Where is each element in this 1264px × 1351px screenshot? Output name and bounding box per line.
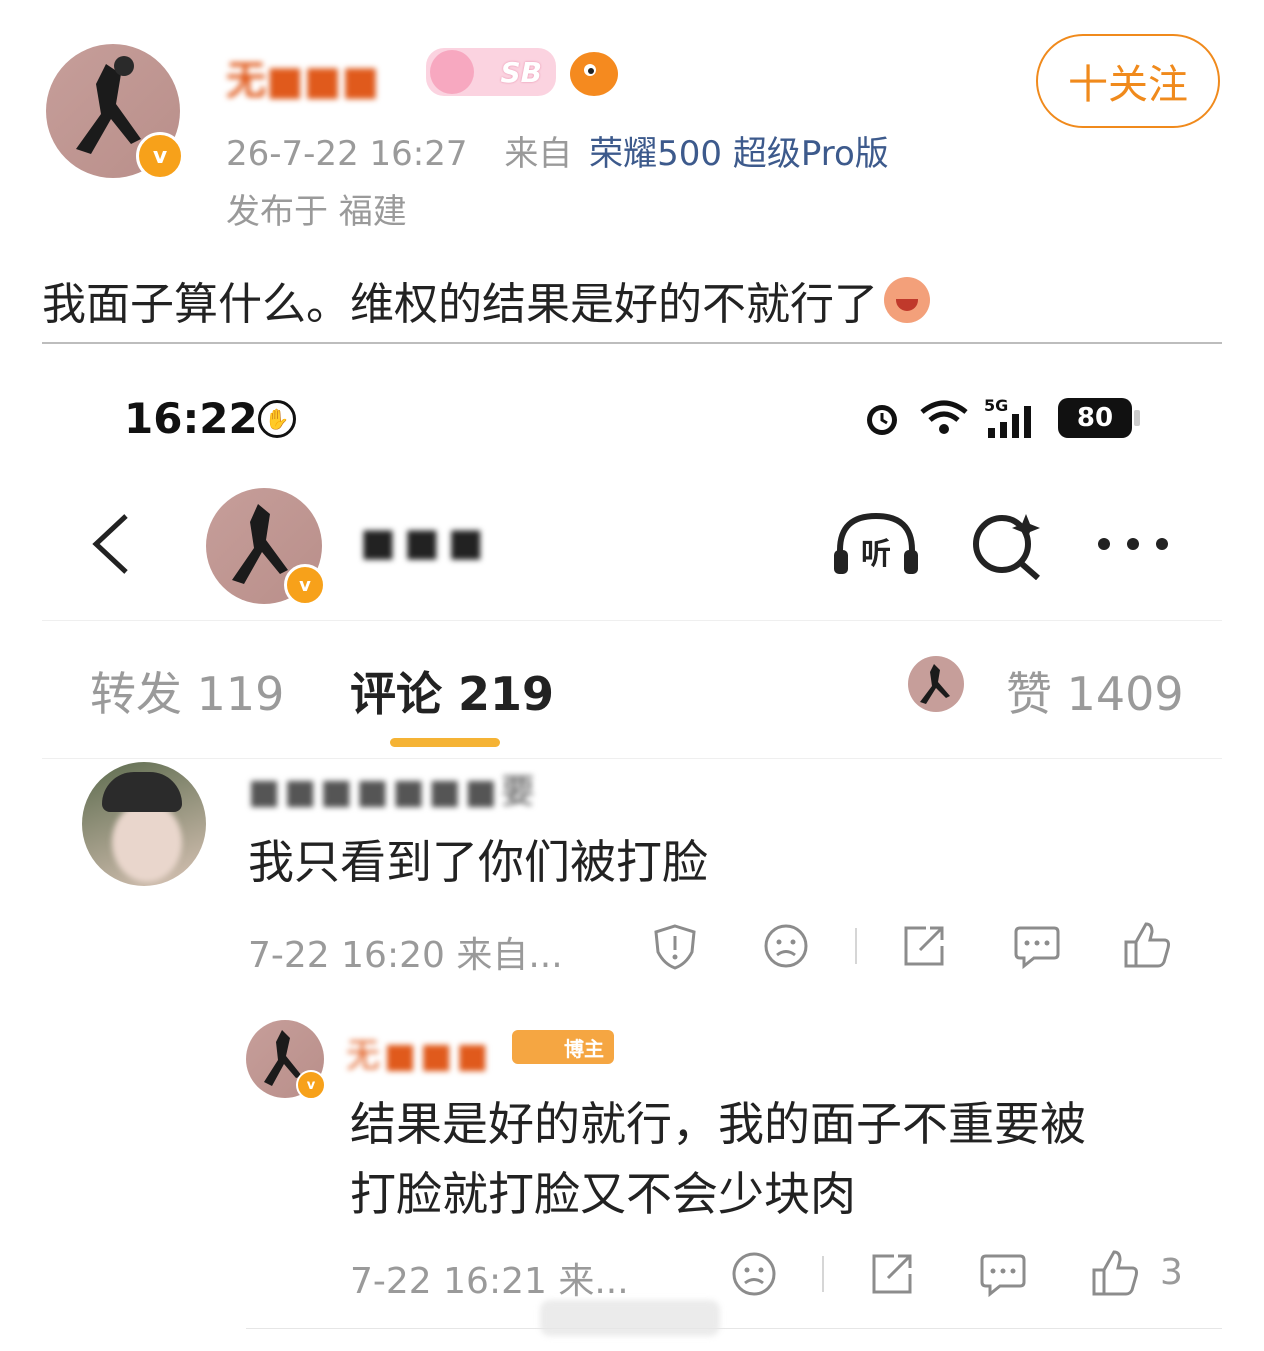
header-username[interactable]: ■■■ xyxy=(360,520,492,564)
alarm-icon xyxy=(867,405,897,435)
post-device-link[interactable]: 荣耀500 超级Pro版 xyxy=(589,134,889,174)
like-count: 3 xyxy=(1160,1252,1183,1293)
tab-comments[interactable]: 评论 219 xyxy=(350,658,554,724)
tab-likes[interactable]: 赞 1409 xyxy=(1006,658,1184,724)
comment-username[interactable]: ■■■■■■■要 xyxy=(248,764,539,813)
back-chevron-icon[interactable] xyxy=(88,512,132,576)
follow-button[interactable]: 十关注 xyxy=(1036,34,1220,128)
dancer-silhouette xyxy=(920,664,950,704)
comment-text: 我只看到了你们被打脸 xyxy=(248,835,708,889)
like-thumb-icon[interactable] xyxy=(1122,920,1172,970)
bottom-divider xyxy=(246,1328,1222,1329)
search-sparkle-icon[interactable] xyxy=(968,508,1044,580)
sb-badge-label: SB xyxy=(500,55,542,89)
author-badge: 博主 xyxy=(512,1030,614,1064)
reply-username[interactable]: 无■■■ xyxy=(346,1028,492,1077)
header-divider xyxy=(42,620,1222,621)
post-meta: 26-7-22 16:27 来自 荣耀500 超级Pro版 xyxy=(226,126,889,175)
post-location: 发布于 福建 xyxy=(226,192,407,232)
reply-text-line-1: 结果是好的就行，我的面子不重要被 xyxy=(350,1097,1086,1151)
dislike-face-icon[interactable] xyxy=(762,922,810,970)
verified-badge-icon: v xyxy=(136,132,184,180)
wifi-icon xyxy=(920,400,968,434)
post-from-label: 来自 xyxy=(504,134,573,174)
action-separator xyxy=(855,928,857,964)
reply-bubble-icon[interactable] xyxy=(1012,922,1062,970)
battery-icon: 80 xyxy=(1058,398,1132,438)
like-thumb-icon[interactable] xyxy=(1090,1248,1140,1298)
status-time: 16:22 xyxy=(124,394,258,443)
pig-icon xyxy=(430,50,474,94)
report-shield-icon[interactable] xyxy=(652,922,698,970)
watermark xyxy=(540,1300,720,1336)
svg-text:听: 听 xyxy=(861,537,891,572)
reply-bubble-icon[interactable] xyxy=(978,1250,1028,1298)
verified-badge-icon: v xyxy=(284,564,326,606)
post-time: 26-7-22 16:27 xyxy=(226,134,468,174)
post-username[interactable]: 无■■■ xyxy=(226,48,379,106)
tab-reposts[interactable]: 转发 119 xyxy=(90,658,284,724)
hand-icon: ✋ xyxy=(258,400,296,438)
post-text: 我面子算什么。维权的结果是好的不就行了 xyxy=(42,279,878,330)
comment-meta: 7-22 16:20 来自... xyxy=(248,935,563,976)
laughing-emoji-icon xyxy=(884,277,930,323)
post-text-row: 我面子算什么。维权的结果是好的不就行了 xyxy=(42,268,930,332)
share-icon[interactable] xyxy=(900,922,948,970)
signal-icon xyxy=(988,406,1031,438)
battery-level: 80 xyxy=(1076,403,1114,433)
sb-badge: SB xyxy=(426,48,556,96)
tab-active-underline xyxy=(390,738,500,747)
listen-headphone-icon[interactable]: 听 xyxy=(830,508,922,578)
author-badge-label: 博主 xyxy=(564,1036,604,1061)
share-icon[interactable] xyxy=(868,1250,916,1298)
more-icon[interactable] xyxy=(1096,534,1170,554)
action-separator xyxy=(822,1256,824,1292)
verified-badge-icon: v xyxy=(296,1070,326,1100)
fish-emoji-icon xyxy=(570,52,618,96)
divider xyxy=(42,342,1222,344)
liker-avatar[interactable] xyxy=(908,656,964,712)
comment-avatar[interactable] xyxy=(82,762,206,886)
tabs-divider xyxy=(42,758,1222,759)
reply-meta: 7-22 16:21 来... xyxy=(350,1261,629,1302)
follow-label: 十关注 xyxy=(1068,62,1188,108)
reply-text-line-2: 打脸就打脸又不会少块肉 xyxy=(350,1167,856,1221)
battery-tip-icon xyxy=(1134,410,1140,426)
dislike-face-icon[interactable] xyxy=(730,1250,778,1298)
